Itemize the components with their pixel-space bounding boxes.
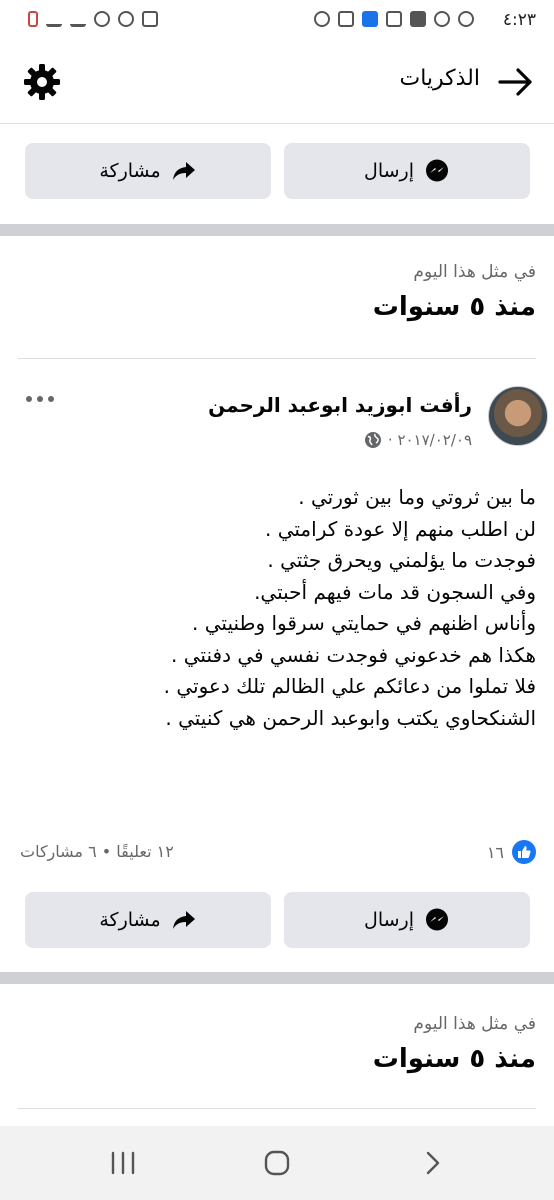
post-line: فلا تملوا من دعائكم علي الظالم تلك دعوتي… xyxy=(163,674,536,698)
reactions-summary[interactable]: ١٦ xyxy=(487,840,536,864)
section-separator xyxy=(0,972,554,984)
share-button[interactable]: مشاركة xyxy=(25,143,271,199)
messenger-icon xyxy=(425,908,448,931)
share-arrow-icon xyxy=(172,162,195,180)
wifi-icon xyxy=(94,11,110,27)
post-line: وأناس اظنهم في حمايتي سرقوا وطنيتي . xyxy=(192,611,536,635)
home-icon[interactable] xyxy=(262,1148,292,1178)
instagram-icon xyxy=(314,11,330,27)
signal-icon xyxy=(70,11,86,27)
post-line: فوجدت ما يؤلمني ويحرق جثتي . xyxy=(267,548,536,572)
battery-icon xyxy=(28,11,38,27)
memory-subtitle: في مثل هذا اليوم xyxy=(413,1014,536,1034)
back-arrow-icon[interactable] xyxy=(496,64,536,100)
avatar[interactable] xyxy=(488,386,548,446)
sync-icon xyxy=(434,11,450,27)
post-date[interactable]: ٢٠١٧/٠٢/٠٩ · xyxy=(388,431,472,449)
app-icon xyxy=(386,11,402,27)
recycle-icon xyxy=(142,11,158,27)
memory-title: منذ ٥ سنوات xyxy=(372,292,536,322)
memory-title: منذ ٥ سنوات xyxy=(372,1044,536,1074)
globe-icon xyxy=(364,432,381,448)
system-nav-bar xyxy=(0,1126,554,1200)
whatsapp-icon xyxy=(458,11,474,27)
alarm-icon xyxy=(118,11,134,27)
like-icon xyxy=(512,840,536,864)
page-header: الذكريات xyxy=(0,42,554,124)
section-separator xyxy=(0,224,554,236)
reaction-count: ١٦ xyxy=(486,842,504,862)
share-label: مشاركة xyxy=(99,909,161,931)
divider xyxy=(18,1108,536,1109)
status-bar: ٤:٢٣ xyxy=(0,0,554,42)
memory-subtitle: في مثل هذا اليوم xyxy=(413,262,536,282)
post-text: ما بين ثروتي وما بين ثورتي . لن اطلب منهم… xyxy=(16,482,536,734)
post-line: ما بين ثروتي وما بين ثورتي . xyxy=(298,485,536,509)
post-meta: ٢٠١٧/٠٢/٠٩ · xyxy=(364,431,472,449)
share-arrow-icon xyxy=(172,911,195,929)
status-system-icons xyxy=(28,11,158,27)
send-button[interactable]: إرسال xyxy=(284,892,530,948)
comments-shares-count[interactable]: ١٢ تعليقًا • ٦ مشاركات xyxy=(20,842,174,861)
gear-icon[interactable] xyxy=(22,62,62,102)
share-label: مشاركة xyxy=(99,160,161,182)
page-title: الذكريات xyxy=(399,66,480,91)
download-icon xyxy=(362,11,378,27)
back-icon[interactable] xyxy=(418,1148,448,1178)
status-time: ٤:٢٣ xyxy=(502,10,536,30)
post-line: هكذا هم خدعوني فوجدت نفسي في دفنتي . xyxy=(171,642,536,667)
messenger-icon xyxy=(425,159,448,182)
send-button[interactable]: إرسال xyxy=(284,143,530,199)
post-author[interactable]: رأفت ابوزيد ابوعبد الرحمن xyxy=(208,393,472,417)
divider xyxy=(18,358,536,359)
signal-icon xyxy=(46,11,62,27)
mm-icon xyxy=(410,11,426,27)
status-notification-icons xyxy=(314,11,474,27)
gallery-icon xyxy=(338,11,354,27)
post-line: لن اطلب منهم إلا عودة كرامتي . xyxy=(265,516,536,541)
post-action-row: إرسال مشاركة xyxy=(0,892,554,948)
send-label: إرسال xyxy=(364,160,414,182)
post-line: وفي السجون قد مات فيهم أحبتي. xyxy=(254,579,536,604)
send-label: إرسال xyxy=(364,909,414,931)
recent-apps-icon[interactable] xyxy=(108,1148,138,1178)
share-button[interactable]: مشاركة xyxy=(25,892,271,948)
post-line: الشنكحاوي يكتب وابوعبد الرحمن هي كنيتي . xyxy=(165,705,536,730)
top-action-row: إرسال مشاركة xyxy=(0,143,554,199)
more-options-icon[interactable] xyxy=(26,388,56,408)
